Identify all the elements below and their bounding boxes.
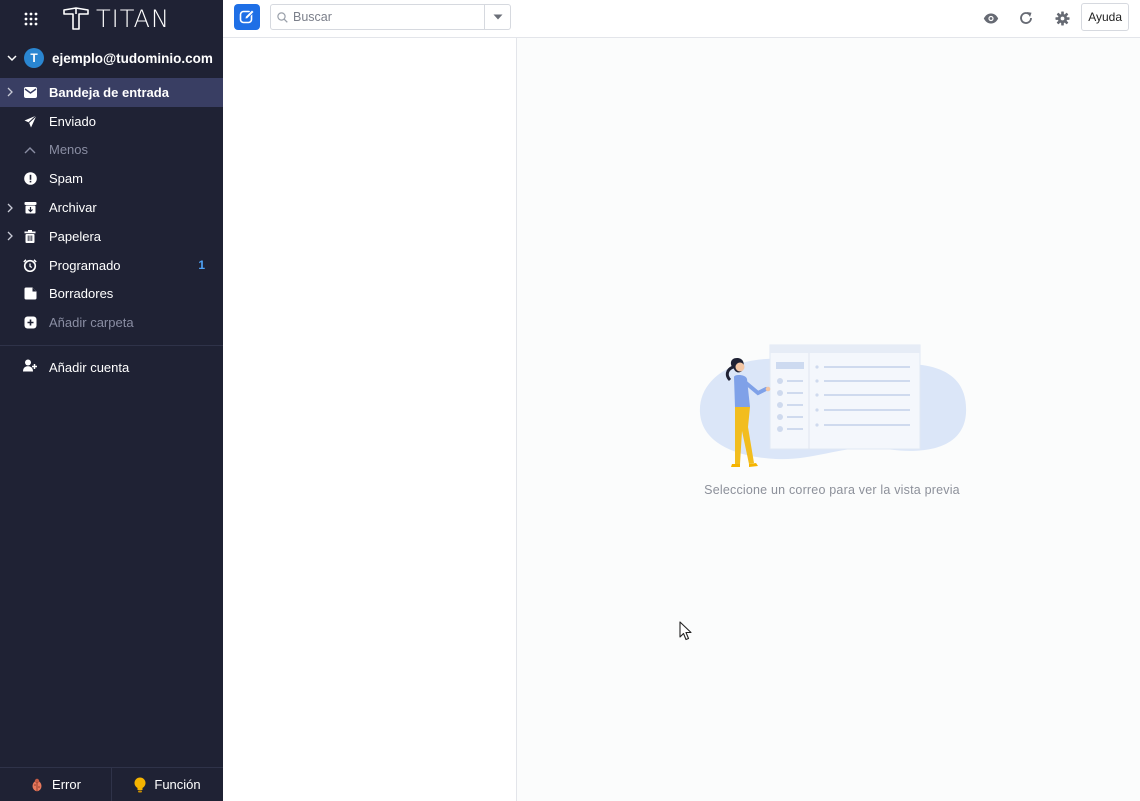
folder-inbox[interactable]: Bandeja de entrada [0,78,223,107]
grid-icon [24,12,38,25]
error-label: Error [52,777,81,792]
titan-logo-icon [63,6,89,30]
report-error-button[interactable]: Error [0,768,111,801]
feature-label: Función [154,777,201,792]
avatar: T [24,48,44,68]
folder-trash[interactable]: Papelera [0,222,223,251]
message-list-pane [223,38,517,801]
sidebar: TITAN T ejemplo@tudominio.com Bandeja de… [0,0,223,801]
mouse-cursor-icon [679,621,692,641]
empty-preview-message: Seleccione un correo para ver la vista p… [704,483,960,497]
folder-list: Bandeja de entrada Enviado Menos Spam Ar… [0,78,223,337]
folder-label: Programado [49,257,121,273]
search-icon [271,11,293,23]
scheduled-icon [23,258,37,272]
settings-button[interactable] [1053,9,1071,27]
view-toggle-button[interactable] [982,9,1000,27]
folder-drafts[interactable]: Borradores [0,280,223,309]
drafts-icon [23,287,37,301]
add-user-icon [23,359,37,375]
refresh-button[interactable] [1017,9,1035,27]
folder-label: Añadir carpeta [49,315,134,331]
archive-icon [23,201,37,215]
trash-icon [23,229,37,243]
help-button[interactable]: Ayuda [1081,3,1129,31]
add-folder-icon [23,316,37,330]
caret-down-icon [493,14,502,20]
add-account-button[interactable]: Añadir cuenta [0,346,223,388]
refresh-icon [1020,12,1032,24]
compose-icon [239,9,255,24]
chevron-up-icon [23,143,37,157]
folder-label: Borradores [49,286,114,302]
toolbar: Ayuda [223,0,1140,38]
folder-label: Archivar [49,200,97,216]
folder-label: Papelera [49,228,102,244]
preview-pane: Seleccione un correo para ver la vista p… [518,38,1140,801]
compose-button[interactable] [234,4,260,30]
feature-request-button[interactable]: Función [111,768,223,801]
feedback-bar: Error Función [0,767,223,801]
alert-icon [23,172,37,186]
brand-bar: TITAN [0,0,223,37]
account-switcher[interactable]: T ejemplo@tudominio.com [0,39,223,77]
folder-label: Menos [49,142,89,158]
folder-spam[interactable]: Spam [0,164,223,193]
account-email: ejemplo@tudominio.com [52,50,213,66]
mail-icon [23,85,37,99]
search-options-dropdown[interactable] [484,5,510,29]
folder-show-less[interactable]: Menos [0,136,223,165]
empty-state: Seleccione un correo para ver la vista p… [696,343,968,497]
folder-label: Spam [49,171,83,187]
empty-state-illustration [699,344,967,467]
bug-icon [32,778,42,791]
unread-count-badge: 1 [198,258,205,273]
folder-archive[interactable]: Archivar [0,193,223,222]
add-account-label: Añadir cuenta [49,359,130,375]
search-box [270,4,511,30]
send-icon [23,114,37,128]
chevron-right-icon[interactable] [4,87,16,97]
chevron-right-icon[interactable] [4,203,16,213]
lightbulb-icon [134,777,146,792]
folder-scheduled[interactable]: Programado 1 [0,251,223,280]
titan-logo: TITAN [62,5,170,33]
add-folder-button[interactable]: Añadir carpeta [0,308,223,337]
folder-label: Enviado [49,113,96,129]
search-input[interactable] [293,10,484,24]
eye-icon [983,13,999,23]
chevron-right-icon[interactable] [4,231,16,241]
brand-name: TITAN [96,4,170,33]
gear-icon [1054,10,1070,26]
folder-label: Bandeja de entrada [49,84,169,100]
folder-sent[interactable]: Enviado [0,107,223,136]
app-launcher-button[interactable] [0,0,62,37]
chevron-down-icon [4,53,20,63]
